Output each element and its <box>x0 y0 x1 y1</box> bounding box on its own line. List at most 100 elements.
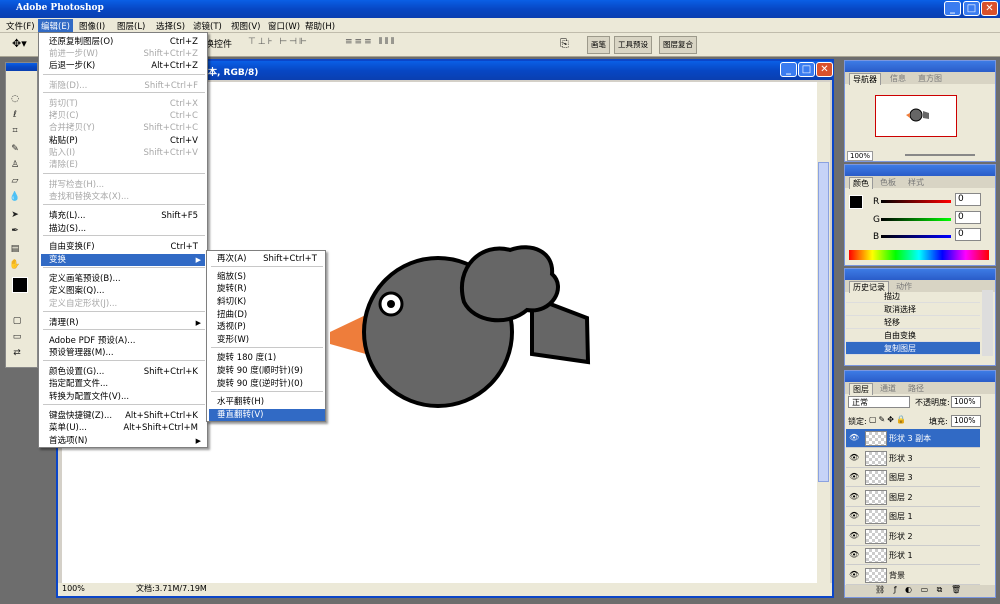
menu-select[interactable]: 选择(S) <box>153 19 188 33</box>
palette-tab-tool-presets[interactable]: 工具预设 <box>614 36 652 54</box>
edit-menu-item[interactable]: 键盘快捷键(Z)... Alt+Shift+Ctrl+K <box>41 410 205 422</box>
scrollbar-thumb[interactable] <box>818 162 829 482</box>
blend-mode-select[interactable]: 正常 <box>848 396 910 408</box>
edit-menu-item[interactable]: Adobe PDF 预设(A)... <box>41 335 205 347</box>
doc-minimize-button[interactable]: _ <box>780 62 797 77</box>
stamp-tool-icon[interactable]: ♙ <box>8 159 22 171</box>
history-item-selected[interactable]: 复制图层 <box>846 342 980 355</box>
transform-menu-item[interactable]: 再次(A) Shift+Ctrl+T <box>209 253 325 265</box>
eye-icon[interactable]: 👁 <box>849 453 859 463</box>
edit-menu-item[interactable]: 指定配置文件... <box>41 378 205 390</box>
history-item[interactable]: 描边 <box>846 290 980 303</box>
transform-menu-item[interactable]: 扭曲(D) <box>209 309 325 321</box>
layer-row[interactable]: 👁 图层 2 <box>846 487 980 507</box>
transform-menu-item[interactable]: 旋转(R) <box>209 283 325 295</box>
palette-tab-brushes[interactable]: 画笔 <box>587 36 610 54</box>
marquee-tool-icon[interactable]: ◌ <box>8 93 22 105</box>
menu-layer[interactable]: 图层(L) <box>114 19 148 33</box>
tab-color[interactable]: 颜色 <box>849 177 873 189</box>
minimize-button[interactable]: _ <box>944 1 961 16</box>
tab-paths[interactable]: 路径 <box>905 383 927 394</box>
eye-icon[interactable]: 👁 <box>849 472 859 482</box>
palette-well-icon[interactable]: ⎘ <box>560 37 569 52</box>
edit-menu-item[interactable]: 填充(L)... Shift+F5 <box>41 210 205 222</box>
edit-menu-item[interactable]: 粘贴(P) Ctrl+V <box>41 135 205 147</box>
brush-tool-icon[interactable]: ✎ <box>8 143 22 155</box>
lasso-tool-icon[interactable]: ℓ <box>8 109 22 121</box>
edit-menu-item[interactable]: 预设管理器(M)... <box>41 347 205 359</box>
transform-menu-item[interactable]: 斜切(K) <box>209 296 325 308</box>
color-ramp[interactable] <box>849 250 989 260</box>
lock-icons[interactable]: ▢✎✥🔒 <box>869 415 908 424</box>
pen-tool-icon[interactable]: ✒ <box>8 225 22 237</box>
eye-icon[interactable]: 👁 <box>849 433 859 443</box>
notes-tool-icon[interactable]: ▤ <box>8 243 22 255</box>
edit-menu-item[interactable]: 定义画笔预设(B)... <box>41 273 205 285</box>
menu-image[interactable]: 图像(I) <box>76 19 108 33</box>
menu-help[interactable]: 帮助(H) <box>302 19 338 33</box>
maximize-button[interactable]: □ <box>963 1 980 16</box>
history-item[interactable]: 自由变换 <box>846 329 980 342</box>
layer-buttons[interactable]: ⛓ ƒ ◐ ▭ ⧉ 🗑 <box>845 585 995 597</box>
menu-window[interactable]: 窗口(W) <box>265 19 303 33</box>
g-value[interactable]: 0 <box>955 211 981 224</box>
hand-tool-icon[interactable]: ✋ <box>8 259 22 271</box>
doc-close-button[interactable]: ✕ <box>816 62 833 77</box>
b-slider[interactable] <box>881 235 951 238</box>
eraser-tool-icon[interactable]: ▱ <box>8 175 22 187</box>
r-value[interactable]: 0 <box>955 193 981 206</box>
fg-color-swatch[interactable] <box>849 195 863 209</box>
menu-filter[interactable]: 滤镜(T) <box>190 19 225 33</box>
edit-menu-item[interactable]: 描边(S)... <box>41 223 205 235</box>
eye-icon[interactable]: 👁 <box>849 570 859 580</box>
quick-mask-icon[interactable]: ▢ <box>10 315 24 327</box>
opacity-field[interactable]: 100% <box>951 396 981 408</box>
tab-info[interactable]: 信息 <box>887 73 909 84</box>
menu-file[interactable]: 文件(F) <box>3 19 38 33</box>
foreground-color-swatch[interactable] <box>12 277 28 293</box>
edit-menu-item[interactable]: 后退一步(K) Alt+Ctrl+Z <box>41 60 205 72</box>
distribute-icons[interactable]: ≡≡≡ ⦀⦀⦀ <box>345 37 396 52</box>
screen-mode-icon[interactable]: ▭ <box>10 331 24 343</box>
eye-icon[interactable]: 👁 <box>849 531 859 541</box>
menu-view[interactable]: 视图(V) <box>228 19 263 33</box>
b-value[interactable]: 0 <box>955 228 981 241</box>
move-tool-icon[interactable]: ✥▾ <box>12 37 27 52</box>
layer-row[interactable]: 👁 背景 <box>846 565 980 585</box>
layer-row[interactable]: 👁 图层 1 <box>846 507 980 526</box>
eye-icon[interactable]: 👁 <box>849 511 859 521</box>
navigator-preview[interactable] <box>875 95 957 137</box>
layer-row[interactable]: 👁 形状 1 <box>846 546 980 565</box>
edit-menu-item[interactable]: 首选项(N) ▶ <box>41 435 205 447</box>
transform-menu-item[interactable]: 水平翻转(H) <box>209 396 325 408</box>
transform-menu-item[interactable]: 旋转 180 度(1) <box>209 352 325 364</box>
crop-tool-icon[interactable]: ⌗ <box>8 125 22 137</box>
close-button[interactable]: ✕ <box>981 1 998 16</box>
edit-menu-item[interactable]: 还原复制图层(O) Ctrl+Z <box>41 36 205 48</box>
align-icons[interactable]: ⊤⊥⊦ ⊢⊣⊩ <box>248 37 309 52</box>
layer-row[interactable]: 👁 形状 3 副本 <box>846 429 980 448</box>
navigator-zoom[interactable]: 100% <box>847 151 874 161</box>
edit-menu-item[interactable]: 变换 ▶ <box>41 254 205 266</box>
vertical-scrollbar[interactable] <box>817 82 830 585</box>
history-scrollbar[interactable] <box>982 290 993 356</box>
edit-menu-item[interactable]: 菜单(U)... Alt+Shift+Ctrl+M <box>41 422 205 434</box>
eye-icon[interactable]: 👁 <box>849 492 859 502</box>
edit-menu-item[interactable]: 转换为配置文件(V)... <box>41 391 205 403</box>
edit-menu-item[interactable]: 自由变换(F) Ctrl+T <box>41 241 205 253</box>
tab-navigator[interactable]: 导航器 <box>849 73 881 85</box>
edit-menu-item[interactable]: 颜色设置(G)... Shift+Ctrl+K <box>41 366 205 378</box>
navigator-zoom-slider[interactable] <box>905 154 975 156</box>
tab-layers[interactable]: 图层 <box>849 383 873 395</box>
path-select-tool-icon[interactable]: ➤ <box>8 209 22 221</box>
g-slider[interactable] <box>881 218 951 221</box>
palette-tab-layer-comps[interactable]: 图层复合 <box>659 36 697 54</box>
tab-channels[interactable]: 通道 <box>877 383 899 394</box>
transform-menu-item[interactable]: 变形(W) <box>209 334 325 346</box>
eye-icon[interactable]: 👁 <box>849 550 859 560</box>
transform-menu-item[interactable]: 旋转 90 度(逆时针)(0) <box>209 378 325 390</box>
transform-menu-item[interactable]: 透视(P) <box>209 321 325 333</box>
doc-maximize-button[interactable]: □ <box>798 62 815 77</box>
layer-row[interactable]: 👁 图层 3 <box>846 468 980 487</box>
blur-tool-icon[interactable]: 💧 <box>8 191 22 203</box>
